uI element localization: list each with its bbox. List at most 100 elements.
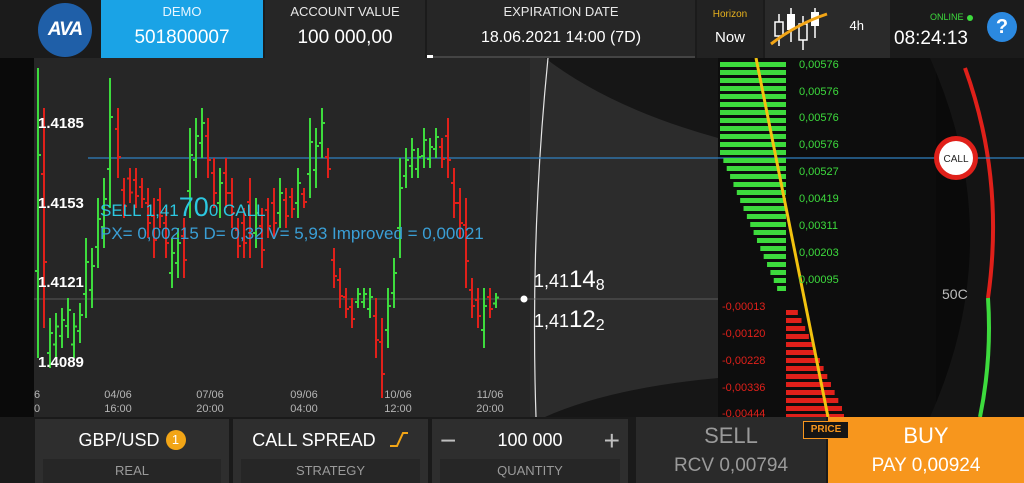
payoff-bar	[786, 390, 835, 395]
payoff-bar	[720, 78, 786, 83]
profit-label: 0,00095	[799, 274, 839, 286]
strategy-selector[interactable]: CALL SPREAD STRATEGY	[233, 419, 428, 483]
time-axis-date: 10/06	[384, 389, 412, 401]
payoff-bar	[720, 62, 786, 67]
buy-button[interactable]: BUY PAY 0,00924	[828, 417, 1024, 483]
payoff-bar	[720, 110, 786, 115]
time-axis-time: 04:00	[290, 403, 318, 415]
payoff-bar	[720, 102, 786, 107]
quantity-value: 100 000	[497, 430, 563, 450]
horizon-value: Now	[714, 29, 745, 46]
profit-label: 0,00311	[799, 220, 838, 232]
top-bar: AVA DEMO 501800007 ACCOUNT VALUE 100 000…	[0, 0, 1024, 58]
expiration-date-selector[interactable]: EXPIRATION DATE 18.06.2021 14:00 (7D)	[427, 0, 695, 58]
payoff-bar	[720, 70, 786, 75]
payoff-bar	[760, 246, 786, 251]
bid-price-big: 12	[569, 306, 596, 333]
payoff-bar	[770, 270, 786, 275]
expiration-label: EXPIRATION DATE	[503, 4, 619, 19]
account-value-label: ACCOUNT VALUE	[290, 4, 400, 19]
loss-label: -0,00120	[722, 328, 765, 340]
profit-label: 0,00576	[799, 112, 839, 124]
account-value-panel: ACCOUNT VALUE 100 000,00	[265, 0, 425, 58]
payoff-bar	[786, 398, 839, 403]
quantity-decrease-button[interactable]: −	[440, 425, 456, 457]
time-axis-date: 09/06	[290, 389, 318, 401]
asset-selector[interactable]: GBP/USD 1 REAL	[35, 419, 229, 483]
payoff-bar	[786, 382, 831, 387]
price-axis-label: 1.4121	[38, 274, 84, 291]
sell-button[interactable]: SELL RCV 0,00794	[636, 417, 826, 483]
payoff-bar	[786, 406, 842, 411]
timeframe-value: 4h	[849, 18, 864, 33]
time-axis-edge: 0	[34, 403, 40, 415]
connection-status: ONLINE	[930, 12, 973, 22]
strategy-sub-label: STRATEGY	[241, 459, 420, 483]
asset-name: GBP/USD	[78, 430, 160, 450]
buy-value: PAY 0,00924	[871, 455, 981, 476]
order-info: PX= 0,00215 D= 0,32 V= 5,93 Improved = 0…	[100, 224, 484, 243]
asset-sub-label: REAL	[43, 459, 221, 483]
profit-label: 0,00419	[799, 193, 839, 205]
sell-line-big: 70	[178, 192, 209, 222]
ava-logo[interactable]: AVA	[38, 3, 92, 57]
time-axis-date: 07/06	[196, 389, 224, 401]
sell-value: RCV 0,00794	[673, 455, 789, 476]
payoff-bar	[750, 222, 786, 227]
profit-label: 0,00576	[799, 86, 839, 98]
chart-timeframe-selector[interactable]: 4h	[765, 0, 890, 58]
bid-price-sub: 2	[595, 317, 605, 334]
horizon-selector[interactable]: Horizon Now	[697, 0, 763, 58]
loss-label: -0,00444	[722, 408, 765, 417]
help-button[interactable]: ?	[987, 12, 1017, 42]
ask-price: 1,41148	[534, 266, 605, 294]
payoff-bar	[720, 142, 786, 147]
payoff-bar	[756, 238, 786, 243]
payoff-bar	[720, 118, 786, 123]
payoff-bar	[786, 326, 806, 331]
call-button-label: CALL	[943, 154, 968, 165]
payoff-bar	[746, 214, 786, 219]
price-axis-label: 1.4185	[38, 115, 84, 132]
ask-price-big: 14	[569, 266, 596, 293]
quantity-increase-button[interactable]: +	[604, 425, 620, 457]
horizon-label: Horizon	[712, 9, 748, 20]
payoff-bar	[786, 342, 813, 347]
clock-panel: ONLINE 08:24:13 ?	[892, 0, 1024, 58]
payoff-bar	[736, 190, 786, 195]
sell-order-line[interactable]: SELL 1,41700 CALL	[100, 192, 266, 223]
time-axis-time: 16:00	[104, 403, 132, 415]
profit-label: 0,00576	[799, 139, 839, 151]
payoff-bar	[720, 134, 786, 139]
payoff-bar	[720, 94, 786, 99]
sell-line-prefix: SELL 1,41	[100, 201, 179, 220]
demo-account-selector[interactable]: DEMO 501800007	[101, 0, 263, 58]
loss-label: -0,00336	[722, 382, 765, 394]
price-chart[interactable]: 1.4185 1.4153 1.4121 1.4089 6 0 04/06 16:…	[0, 58, 1024, 417]
time-axis-time: 20:00	[196, 403, 224, 415]
call-button[interactable]: CALL	[934, 136, 978, 180]
loss-label: -0,00013	[722, 301, 765, 313]
bid-price-prefix: 1,41	[534, 311, 570, 331]
online-dot-icon	[966, 14, 973, 21]
payoff-bar	[743, 206, 786, 211]
account-value: 100 000,00	[297, 27, 393, 48]
time-axis-time: 20:00	[476, 403, 504, 415]
payoff-bar	[730, 174, 786, 179]
bottom-bar: GBP/USD 1 REAL CALL SPREAD STRATEGY − 100…	[0, 417, 1024, 483]
account-id: 501800007	[134, 27, 230, 48]
price-axis-label: 1.4089	[38, 354, 84, 371]
asset-badge: 1	[165, 430, 186, 450]
quantity-stepper[interactable]: − 100 000 + QUANTITY	[432, 419, 628, 483]
expiration-value: 18.06.2021 14:00 (7D)	[480, 29, 642, 46]
payoff-bar	[763, 254, 786, 259]
ask-price-sub: 8	[595, 277, 605, 294]
bid-price: 1,41122	[534, 306, 605, 334]
price-badge[interactable]: PRICE	[803, 421, 849, 439]
payoff-bar	[773, 278, 786, 283]
payoff-bar	[720, 126, 786, 131]
ask-price-prefix: 1,41	[534, 271, 570, 291]
profit-label: 0,00576	[799, 59, 839, 71]
payoff-bar	[767, 262, 786, 267]
buy-label: BUY	[903, 423, 949, 448]
